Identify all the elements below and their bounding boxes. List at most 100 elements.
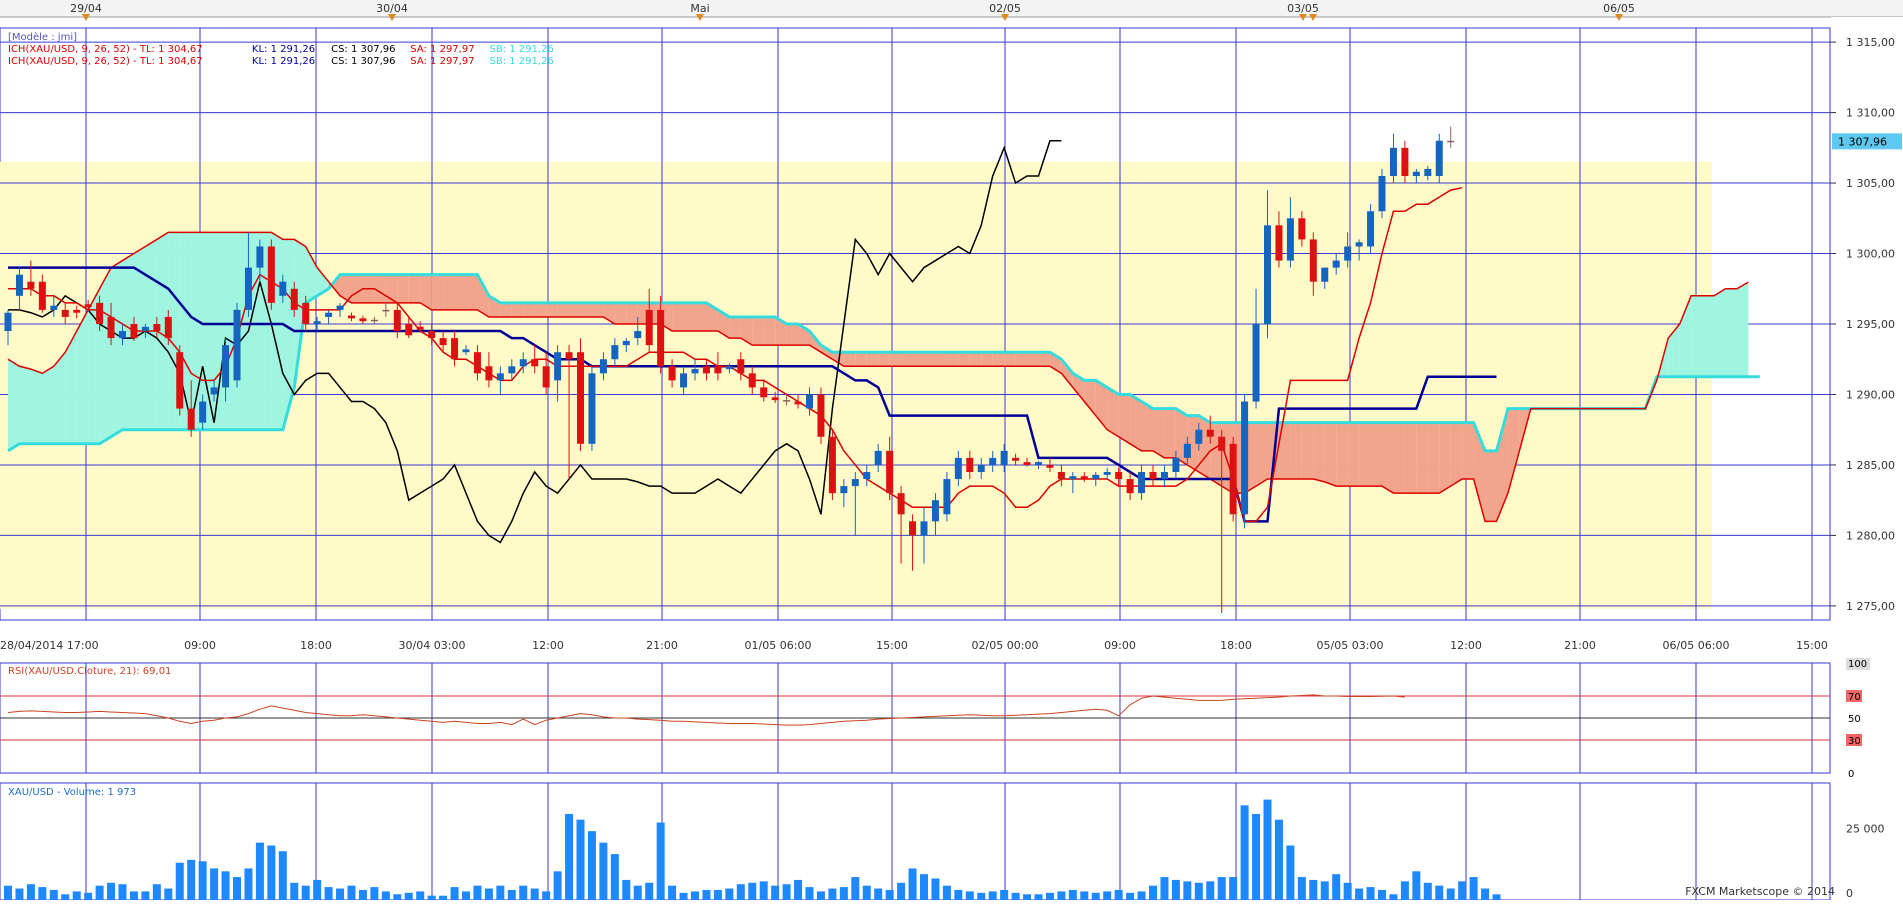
volume-bar	[164, 888, 173, 900]
legend-ichimoku-value: KL: 1 291,26	[252, 56, 315, 67]
volume-bar	[301, 885, 310, 900]
volume-bar	[542, 891, 551, 900]
candle-body	[107, 316, 115, 339]
cloud-segment	[1427, 422, 1440, 494]
volume-bar	[1492, 894, 1501, 900]
candle-body	[783, 400, 791, 402]
volume-bar	[885, 889, 894, 900]
candle-body	[405, 324, 413, 336]
candle-body	[302, 302, 310, 324]
cloud-segment	[214, 232, 226, 430]
volume-bar	[599, 842, 608, 900]
volume-tick-label: 25 000	[1846, 822, 1885, 835]
volume-bar	[633, 885, 642, 900]
candle-body	[1035, 462, 1042, 465]
cloud-segment	[1301, 422, 1314, 480]
legend-ichimoku-value: SB: 1 291,26	[490, 56, 554, 67]
rsi-tick-label: 50	[1848, 714, 1861, 725]
cloud-segment	[1370, 422, 1382, 487]
cloud-segment	[1347, 422, 1360, 487]
candle-body	[38, 281, 46, 310]
candle-body	[267, 246, 275, 303]
cloud-segment	[1439, 422, 1451, 494]
volume-bar	[1183, 881, 1192, 900]
volume-bar	[1171, 879, 1180, 900]
volume-bar	[107, 882, 116, 900]
volume-bar	[1366, 887, 1375, 900]
price-tick-label: 1 290,00	[1846, 388, 1895, 401]
volume-bar	[1252, 813, 1261, 900]
cloud-segment	[912, 352, 924, 367]
candle-body	[244, 267, 252, 310]
volume-bar	[713, 889, 722, 900]
volume-bar	[748, 882, 757, 900]
cloud-segment	[1450, 422, 1463, 487]
candle-body	[359, 318, 367, 322]
candle-body	[1046, 464, 1054, 468]
volume-bar	[198, 861, 207, 900]
volume-bar	[702, 889, 711, 900]
candle-body	[1412, 171, 1420, 176]
candle-body	[50, 305, 58, 310]
volume-bar	[610, 854, 619, 900]
cloud-segment	[1118, 394, 1131, 444]
candle-body	[680, 373, 688, 388]
time-axis-label: 21:00	[1564, 639, 1596, 652]
candle-body	[1126, 479, 1134, 494]
volume-bar	[1263, 799, 1272, 900]
volume-bar	[38, 887, 47, 900]
candle-body	[748, 373, 756, 388]
candle-body	[84, 304, 92, 308]
cloud-segment	[1359, 422, 1371, 487]
candle-body	[96, 302, 104, 324]
candle-body	[622, 340, 630, 346]
volume-bar	[1206, 881, 1215, 900]
cloud-segment	[889, 352, 902, 367]
cloud-segment	[580, 302, 592, 317]
cloud-segment	[1015, 352, 1028, 367]
time-axis-label: 02/05 00:00	[972, 639, 1039, 652]
candle-body	[176, 352, 184, 409]
volume-bar	[874, 888, 883, 900]
legend-ichimoku-value: SA: 1 297,97	[410, 56, 474, 67]
volume-bar	[233, 877, 241, 900]
cloud-segment	[511, 302, 524, 317]
volume-bar	[210, 868, 219, 900]
cloud-segment	[202, 232, 215, 430]
cloud-segment	[855, 352, 867, 367]
volume-bar	[1458, 881, 1467, 900]
volume-bar	[1137, 891, 1146, 900]
cloud-segment	[191, 232, 203, 430]
volume-bar	[439, 895, 448, 900]
volume-bar	[1297, 877, 1306, 900]
volume-bar	[1320, 881, 1329, 900]
cloud-segment	[1256, 422, 1268, 487]
cloud-segment	[752, 316, 764, 346]
candle-body	[1080, 476, 1088, 480]
time-axis-label: 21:00	[646, 639, 678, 652]
cloud-segment	[466, 274, 478, 310]
volume-bar	[496, 885, 505, 900]
volume-bar	[1103, 891, 1112, 900]
cloud-segment	[76, 309, 89, 444]
volume-bar	[1080, 891, 1089, 900]
time-axis-label: 06/05 06:00	[1663, 639, 1730, 652]
cloud-segment	[683, 302, 695, 332]
candle-body	[1298, 218, 1306, 240]
candle-body	[15, 274, 23, 296]
volume-bar	[381, 891, 390, 900]
volume-bar	[759, 881, 768, 900]
volume-bar	[1343, 882, 1352, 900]
candle-body	[691, 369, 699, 374]
volume-bar	[1469, 877, 1478, 900]
candle-body	[897, 493, 905, 515]
volume-bar	[1091, 892, 1100, 900]
candle-body	[1206, 429, 1214, 437]
candle-body	[1389, 147, 1397, 176]
candle-body	[668, 366, 676, 381]
volume-bar	[404, 892, 413, 900]
cloud-segment	[42, 366, 54, 444]
candle-body	[1241, 401, 1249, 515]
candle-body	[828, 436, 836, 494]
cloud-segment	[981, 352, 993, 367]
